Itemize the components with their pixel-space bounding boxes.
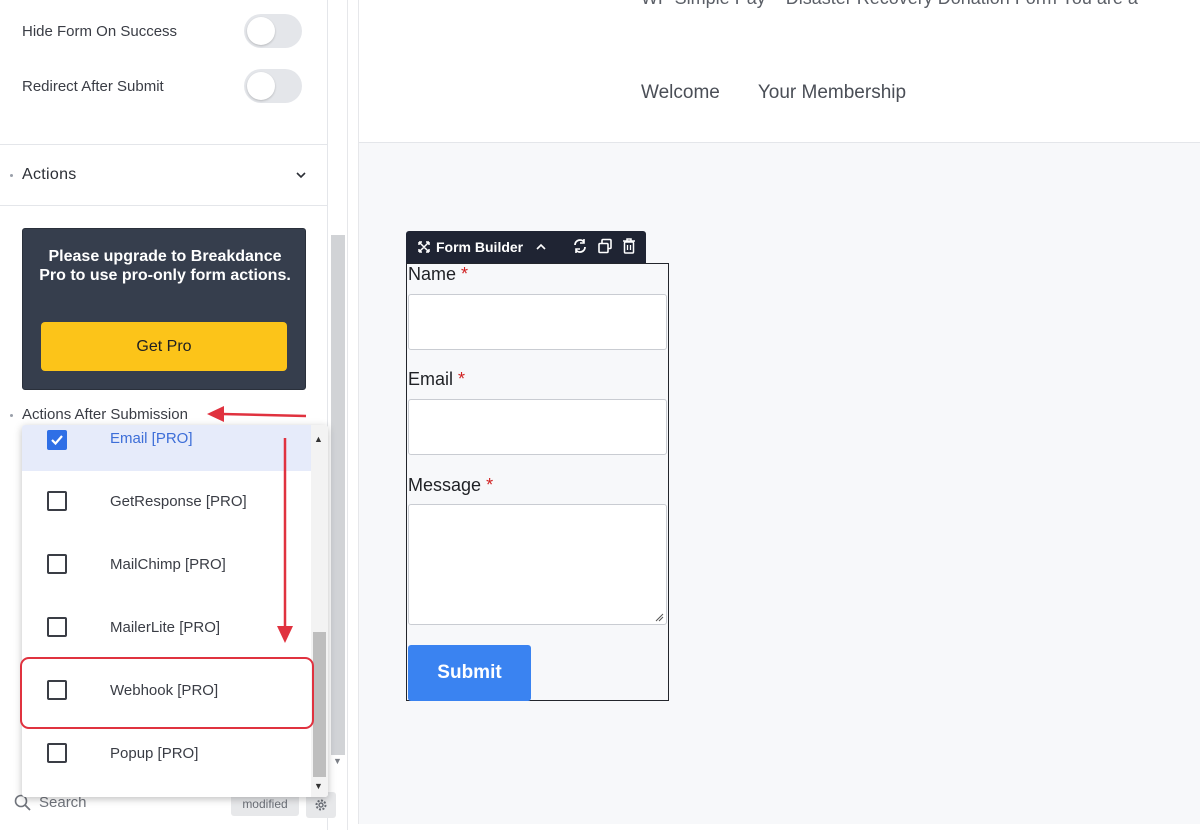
site-header: WP Simple Pay – Disaster Recovery Donati… <box>359 0 1200 143</box>
nav-link-your-membership[interactable]: Your Membership <box>758 82 906 104</box>
option-label: Email [PRO] <box>110 430 193 447</box>
chevron-down-icon <box>296 172 306 179</box>
dropdown-option-getresponse[interactable]: GetResponse [PRO] <box>22 471 311 534</box>
page-preview-canvas: WP Simple Pay – Disaster Recovery Donati… <box>358 0 1200 824</box>
upgrade-notice-text: Please upgrade to Breakdance Pro to use … <box>39 248 291 284</box>
bullet-dot <box>10 414 13 417</box>
checkbox[interactable] <box>47 617 67 637</box>
checkbox[interactable] <box>47 491 67 511</box>
dropdown-scrollbar-thumb[interactable] <box>313 632 326 777</box>
panel-scrollbar[interactable] <box>331 235 345 755</box>
field-label-name: Name * <box>408 264 468 285</box>
trash-icon[interactable] <box>622 238 636 254</box>
form-builder-title: Form Builder <box>436 239 524 255</box>
actions-dropdown-list[interactable]: Email [PRO] GetResponse [PRO] MailChimp … <box>22 425 328 797</box>
required-mark: * <box>461 264 469 284</box>
option-label: MailChimp [PRO] <box>110 556 226 573</box>
chevron-up-icon[interactable] <box>535 241 547 253</box>
form-builder-toolbar[interactable]: Form Builder <box>406 231 646 263</box>
dropdown-option-webhook[interactable]: Webhook [PRO] <box>22 660 311 723</box>
field-label-text: Name <box>408 264 457 284</box>
get-pro-button[interactable]: Get Pro <box>41 322 287 371</box>
hide-form-on-success-label: Hide Form On Success <box>22 22 178 40</box>
section-divider <box>0 205 327 206</box>
required-mark: * <box>458 369 466 389</box>
email-input[interactable] <box>408 399 667 455</box>
bullet-dot <box>10 174 13 177</box>
contact-form: Name * Email * Message * Submit <box>406 263 669 701</box>
checkbox-checked[interactable] <box>47 430 67 450</box>
resize-grip-icon[interactable] <box>655 613 664 622</box>
redirect-after-submit-label: Redirect After Submit <box>22 77 164 95</box>
required-mark: * <box>486 475 494 495</box>
option-label: Popup [PRO] <box>110 745 199 762</box>
field-label-email: Email * <box>408 369 465 390</box>
actions-section-title: Actions <box>22 166 77 183</box>
toggle-knob <box>247 72 275 100</box>
option-label: GetResponse [PRO] <box>110 493 247 510</box>
field-label-text: Message <box>408 475 482 495</box>
redirect-after-submit-row: Redirect After Submit <box>22 69 302 103</box>
nav-link-welcome[interactable]: Welcome <box>641 82 720 104</box>
option-label: Webhook [PRO] <box>110 682 219 699</box>
move-icon[interactable] <box>418 241 430 253</box>
field-label-text: Email <box>408 369 454 389</box>
site-nav: Welcome Your Membership <box>641 82 906 104</box>
actions-section-header[interactable]: Actions <box>0 145 327 205</box>
scroll-down-arrow-icon[interactable]: ▼ <box>314 781 323 791</box>
checkbox[interactable] <box>47 554 67 574</box>
redirect-after-submit-toggle[interactable] <box>244 69 302 103</box>
duplicate-icon[interactable] <box>597 238 613 254</box>
name-input[interactable] <box>408 294 667 350</box>
dropdown-option-mailerlite[interactable]: MailerLite [PRO] <box>22 597 311 660</box>
hide-form-on-success-toggle[interactable] <box>244 14 302 48</box>
field-label-message: Message * <box>408 475 493 496</box>
scroll-down-arrow-icon[interactable]: ▼ <box>333 756 342 766</box>
upgrade-notice-box: Please upgrade to Breakdance Pro to use … <box>22 228 306 390</box>
option-label: MailerLite [PRO] <box>110 619 221 636</box>
scroll-up-arrow-icon[interactable]: ▲ <box>314 434 323 444</box>
checkbox[interactable] <box>47 680 67 700</box>
dropdown-option-email[interactable]: Email [PRO] <box>22 425 311 471</box>
dropdown-option-popup[interactable]: Popup [PRO] <box>22 723 311 786</box>
refresh-icon[interactable] <box>572 238 588 254</box>
hide-form-on-success-row: Hide Form On Success <box>22 14 302 48</box>
message-textarea[interactable] <box>408 504 667 625</box>
checkbox[interactable] <box>47 743 67 763</box>
actions-after-submission-label: Actions After Submission <box>22 406 188 423</box>
toggle-knob <box>247 17 275 45</box>
submit-button[interactable]: Submit <box>408 645 531 701</box>
dropdown-option-mailchimp[interactable]: MailChimp [PRO] <box>22 534 311 597</box>
header-top-text: WP Simple Pay – Disaster Recovery Donati… <box>641 0 1138 9</box>
